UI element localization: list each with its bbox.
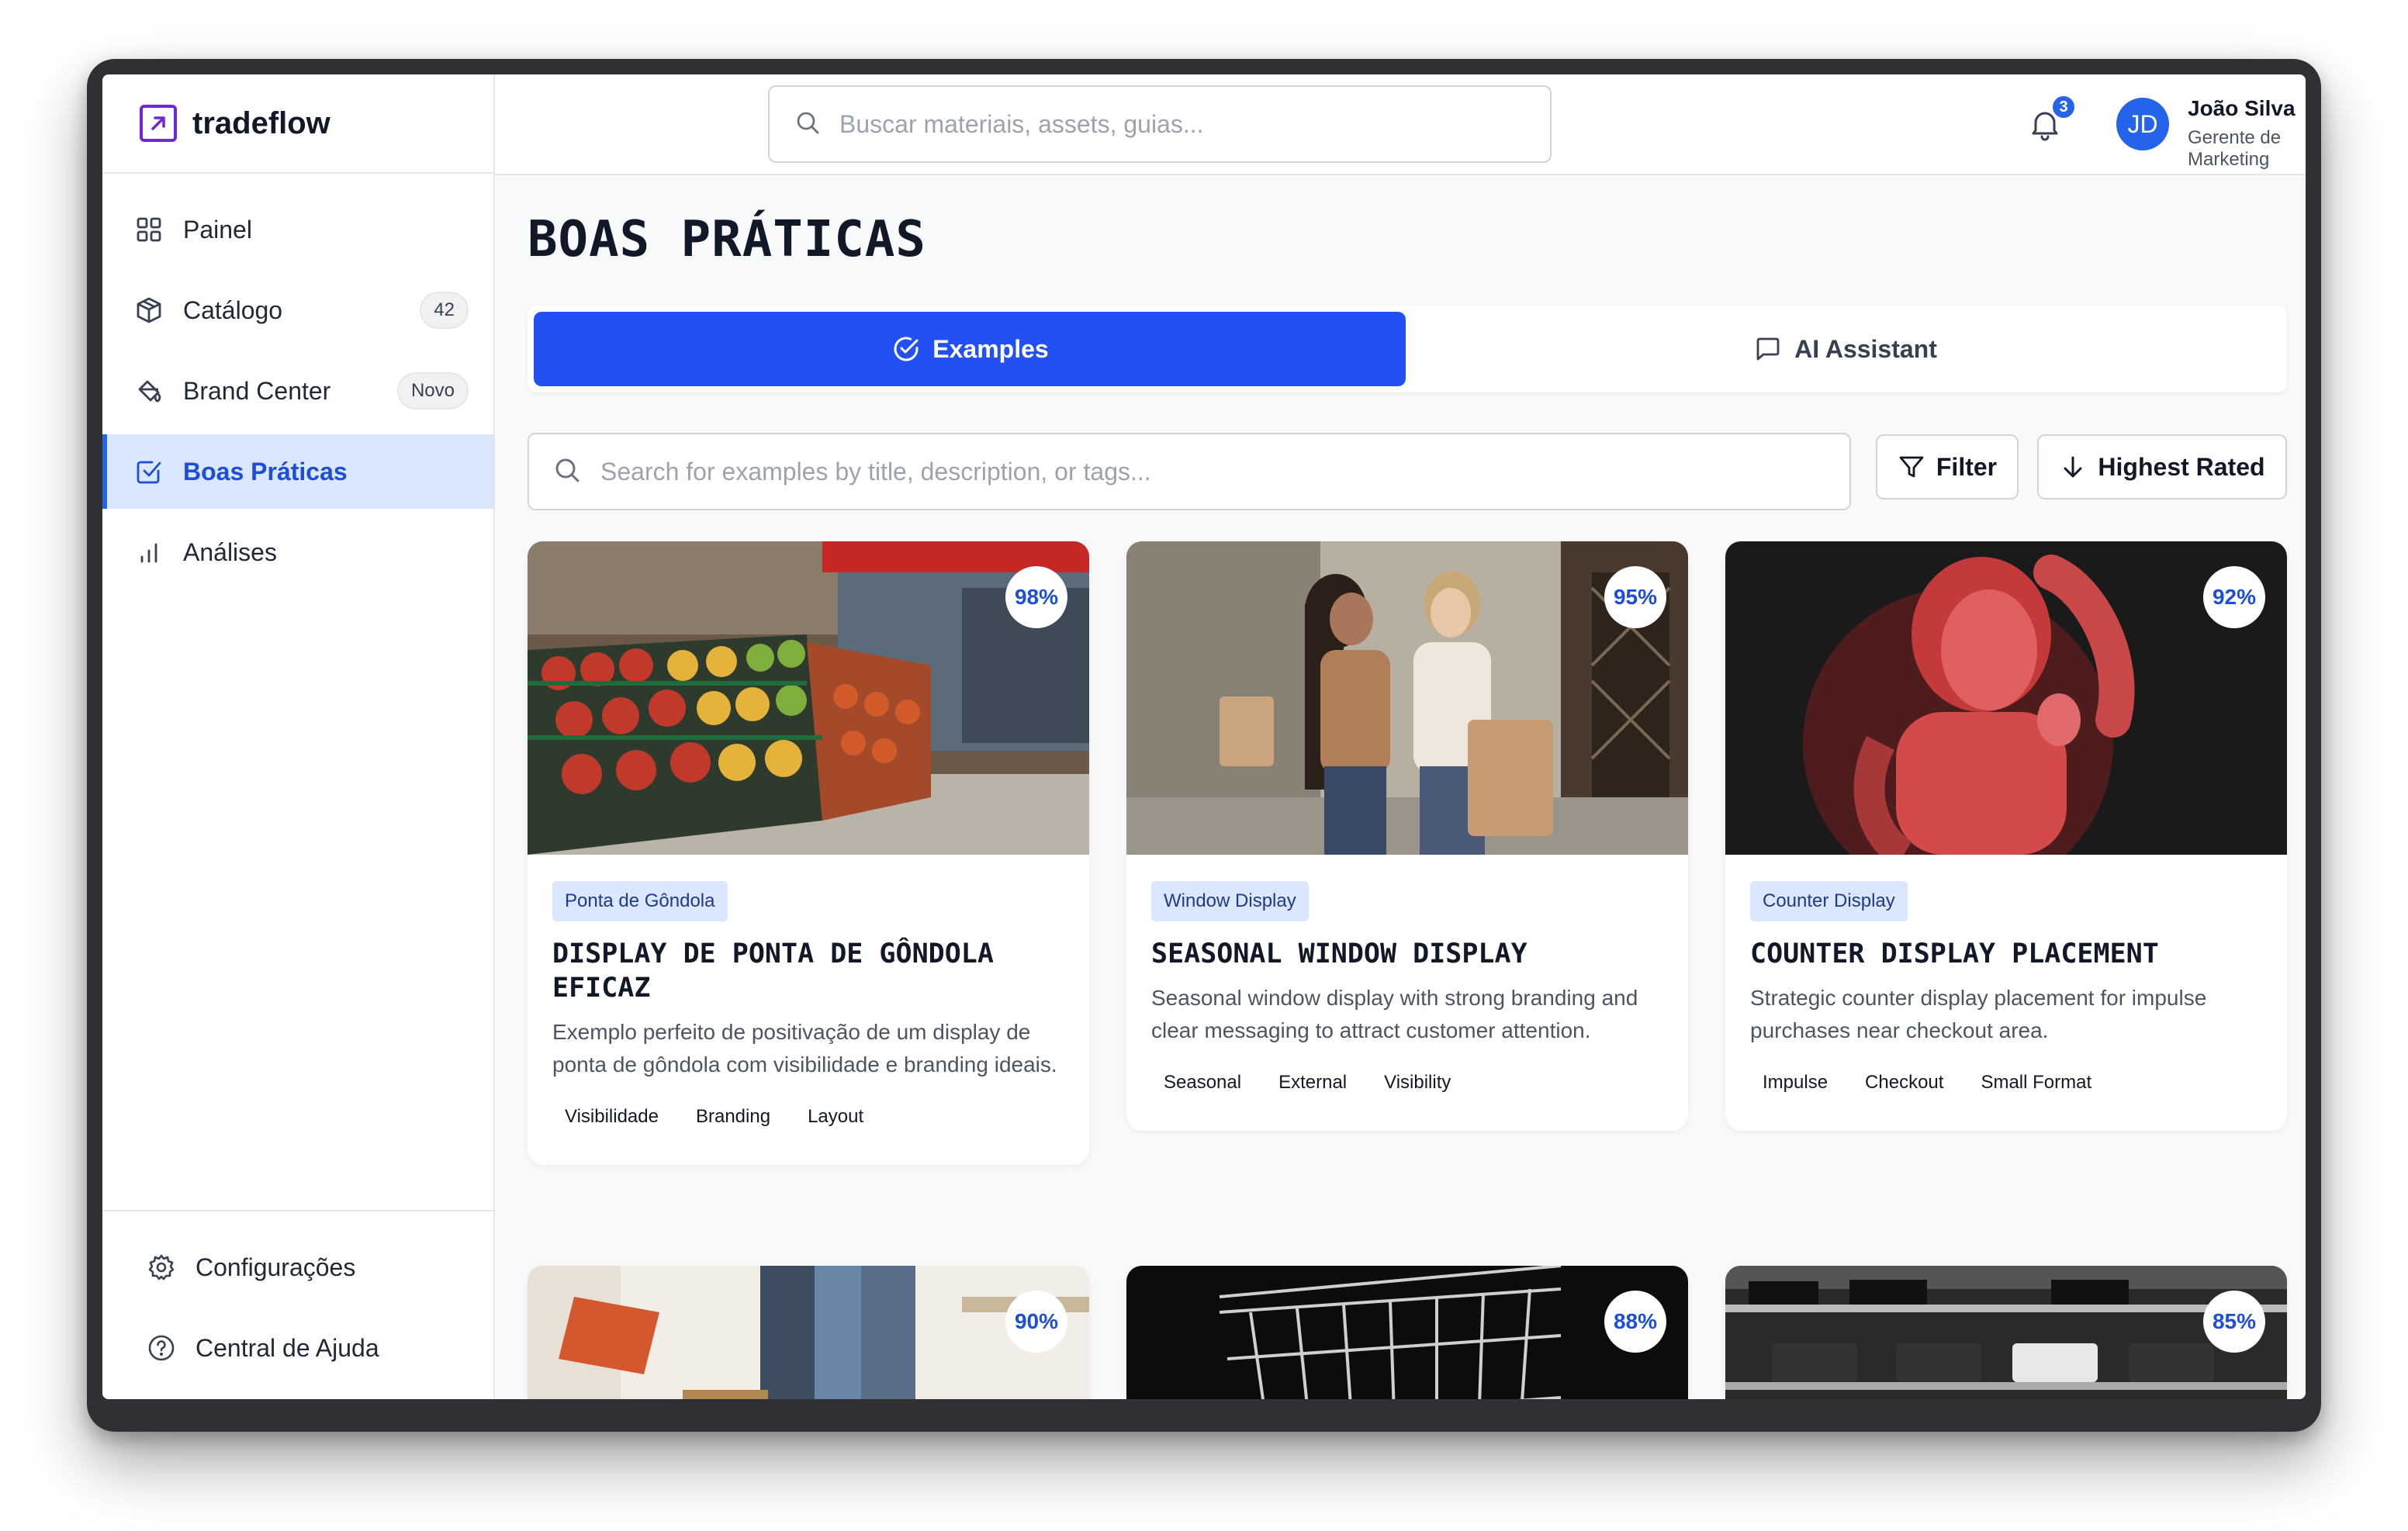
sort-button[interactable]: Highest Rated — [2037, 434, 2287, 499]
card-image: 90% — [528, 1266, 1089, 1399]
card-image: 95% — [1126, 541, 1688, 855]
category-tag: Ponta de Gôndola — [552, 881, 728, 921]
filter-icon — [1898, 453, 1925, 481]
device-frame: tradeflow Painel Catálogo 42 Brand Cente… — [87, 59, 2321, 1432]
example-card[interactable]: 90% — [528, 1266, 1089, 1399]
card-image: 88% — [1126, 1266, 1688, 1399]
sidebar-item-label: Brand Center — [183, 376, 331, 405]
tag[interactable]: Branding — [683, 1100, 783, 1134]
notification-count-badge: 3 — [2051, 95, 2076, 119]
category-tag: Counter Display — [1750, 881, 1908, 921]
help-circle-icon — [146, 1332, 177, 1363]
sidebar-item-brand-center[interactable]: Brand Center Novo — [102, 354, 493, 428]
user-role: Gerente de Marketing — [2188, 127, 2282, 170]
card-title: COUNTER DISPLAY PLACEMENT — [1750, 938, 2159, 969]
user-name[interactable]: João Silva — [2188, 96, 2296, 121]
card-description: Strategic counter display placement for … — [1750, 986, 2207, 1042]
sidebar-item-label: Painel — [183, 215, 252, 244]
card-description: Exemplo perfeito de positivação de um di… — [552, 1020, 1057, 1077]
arrow-down-icon — [2059, 453, 2087, 481]
sidebar-item-central-de-ajuda[interactable]: Central de Ajuda — [102, 1311, 493, 1385]
rating-badge: 90% — [1005, 1291, 1067, 1353]
search-icon — [794, 109, 821, 140]
sidebar: tradeflow Painel Catálogo 42 Brand Cente… — [102, 74, 495, 1399]
sidebar-item-label: Boas Práticas — [183, 457, 348, 486]
rating-badge: 95% — [1604, 566, 1666, 628]
page-title: BOAS PRÁTICAS — [528, 211, 926, 268]
tag[interactable]: Seasonal — [1151, 1066, 1254, 1100]
card-description: Seasonal window display with strong bran… — [1151, 986, 1638, 1042]
example-card[interactable]: 88% — [1126, 1266, 1688, 1399]
sidebar-item-boas-praticas[interactable]: Boas Práticas — [102, 434, 493, 509]
app-screen: tradeflow Painel Catálogo 42 Brand Cente… — [102, 74, 2306, 1399]
example-card[interactable]: 92% Counter Display COUNTER DISPLAY PLAC… — [1725, 541, 2287, 1131]
tab-examples[interactable]: Examples — [534, 312, 1406, 386]
bell-icon — [2025, 112, 2065, 147]
tag[interactable]: Visibilidade — [552, 1100, 671, 1134]
tag-list: Visibilidade Branding Layout — [552, 1100, 1064, 1134]
tag[interactable]: Checkout — [1853, 1066, 1956, 1100]
search-icon — [552, 455, 582, 489]
grid-icon — [133, 214, 164, 245]
tag[interactable]: Visibility — [1372, 1066, 1463, 1100]
box-icon — [133, 295, 164, 326]
global-search-input[interactable] — [839, 109, 1550, 139]
filter-button[interactable]: Filter — [1876, 434, 2019, 499]
sidebar-item-painel[interactable]: Painel — [102, 192, 493, 267]
example-card[interactable]: 85% — [1725, 1266, 2287, 1399]
tag-list: Impulse Checkout Small Format — [1750, 1066, 2262, 1100]
sidebar-footer: Configurações Central de Ajuda — [102, 1210, 493, 1399]
check-circle-icon — [891, 334, 922, 365]
notifications-button[interactable]: 3 — [2025, 95, 2076, 147]
sidebar-item-configuracoes[interactable]: Configurações — [102, 1230, 493, 1305]
sidebar-item-label: Central de Ajuda — [195, 1333, 379, 1362]
sidebar-item-analises[interactable]: Análises — [102, 515, 493, 589]
brand[interactable]: tradeflow — [102, 74, 493, 174]
sort-label: Highest Rated — [2098, 452, 2265, 481]
example-card[interactable]: 98% Ponta de Gôndola DISPLAY DE PONTA DE… — [528, 541, 1089, 1165]
gear-icon — [146, 1252, 177, 1283]
catalog-count-badge: 42 — [420, 292, 469, 329]
sidebar-nav: Painel Catálogo 42 Brand Center Novo Boa… — [102, 174, 493, 589]
sidebar-item-label: Análises — [183, 537, 277, 566]
top-bar: 3 JD João Silva Gerente de Marketing — [495, 74, 2306, 175]
tab-ai-assistant[interactable]: AI Assistant — [1409, 312, 2281, 386]
card-title: DISPLAY DE PONTA DE GÔNDOLA EFICAZ — [552, 938, 994, 1004]
tab-label: Examples — [932, 334, 1049, 363]
examples-search-input[interactable] — [600, 457, 1849, 486]
message-square-icon — [1752, 334, 1784, 365]
check-square-icon — [133, 456, 164, 487]
tag[interactable]: Impulse — [1750, 1066, 1840, 1100]
view-tabs: Examples AI Assistant — [528, 306, 2287, 392]
card-image: 85% — [1725, 1266, 2287, 1399]
new-badge: Novo — [396, 372, 469, 410]
rating-badge: 98% — [1005, 566, 1067, 628]
tab-label: AI Assistant — [1794, 334, 1937, 363]
brand-logo-icon — [140, 105, 177, 142]
rating-badge: 85% — [2203, 1291, 2265, 1353]
tag[interactable]: External — [1266, 1066, 1359, 1100]
examples-search[interactable] — [528, 433, 1851, 510]
tag[interactable]: Layout — [795, 1100, 876, 1134]
filter-label: Filter — [1936, 452, 1998, 481]
card-image: 98% — [528, 541, 1089, 855]
category-tag: Window Display — [1151, 881, 1309, 921]
paint-bucket-icon — [133, 375, 164, 406]
rating-badge: 92% — [2203, 566, 2265, 628]
main-content: BOAS PRÁTICAS Examples AI Assistant Sear… — [495, 175, 2306, 1399]
global-search[interactable] — [768, 85, 1552, 163]
brand-name: tradeflow — [192, 105, 330, 140]
tag-list: Seasonal External Visibility — [1151, 1066, 1663, 1100]
card-title: SEASONAL WINDOW DISPLAY — [1151, 938, 1527, 969]
sidebar-item-catalogo[interactable]: Catálogo 42 — [102, 273, 493, 347]
sidebar-item-label: Configurações — [195, 1253, 356, 1281]
rating-badge: 88% — [1604, 1291, 1666, 1353]
bar-chart-icon — [133, 537, 164, 568]
example-card[interactable]: 95% Window Display SEASONAL WINDOW DISPL… — [1126, 541, 1688, 1131]
card-image: 92% — [1725, 541, 2287, 855]
sidebar-item-label: Catálogo — [183, 295, 283, 324]
tag[interactable]: Small Format — [1968, 1066, 2104, 1100]
avatar[interactable]: JD — [2116, 98, 2169, 150]
